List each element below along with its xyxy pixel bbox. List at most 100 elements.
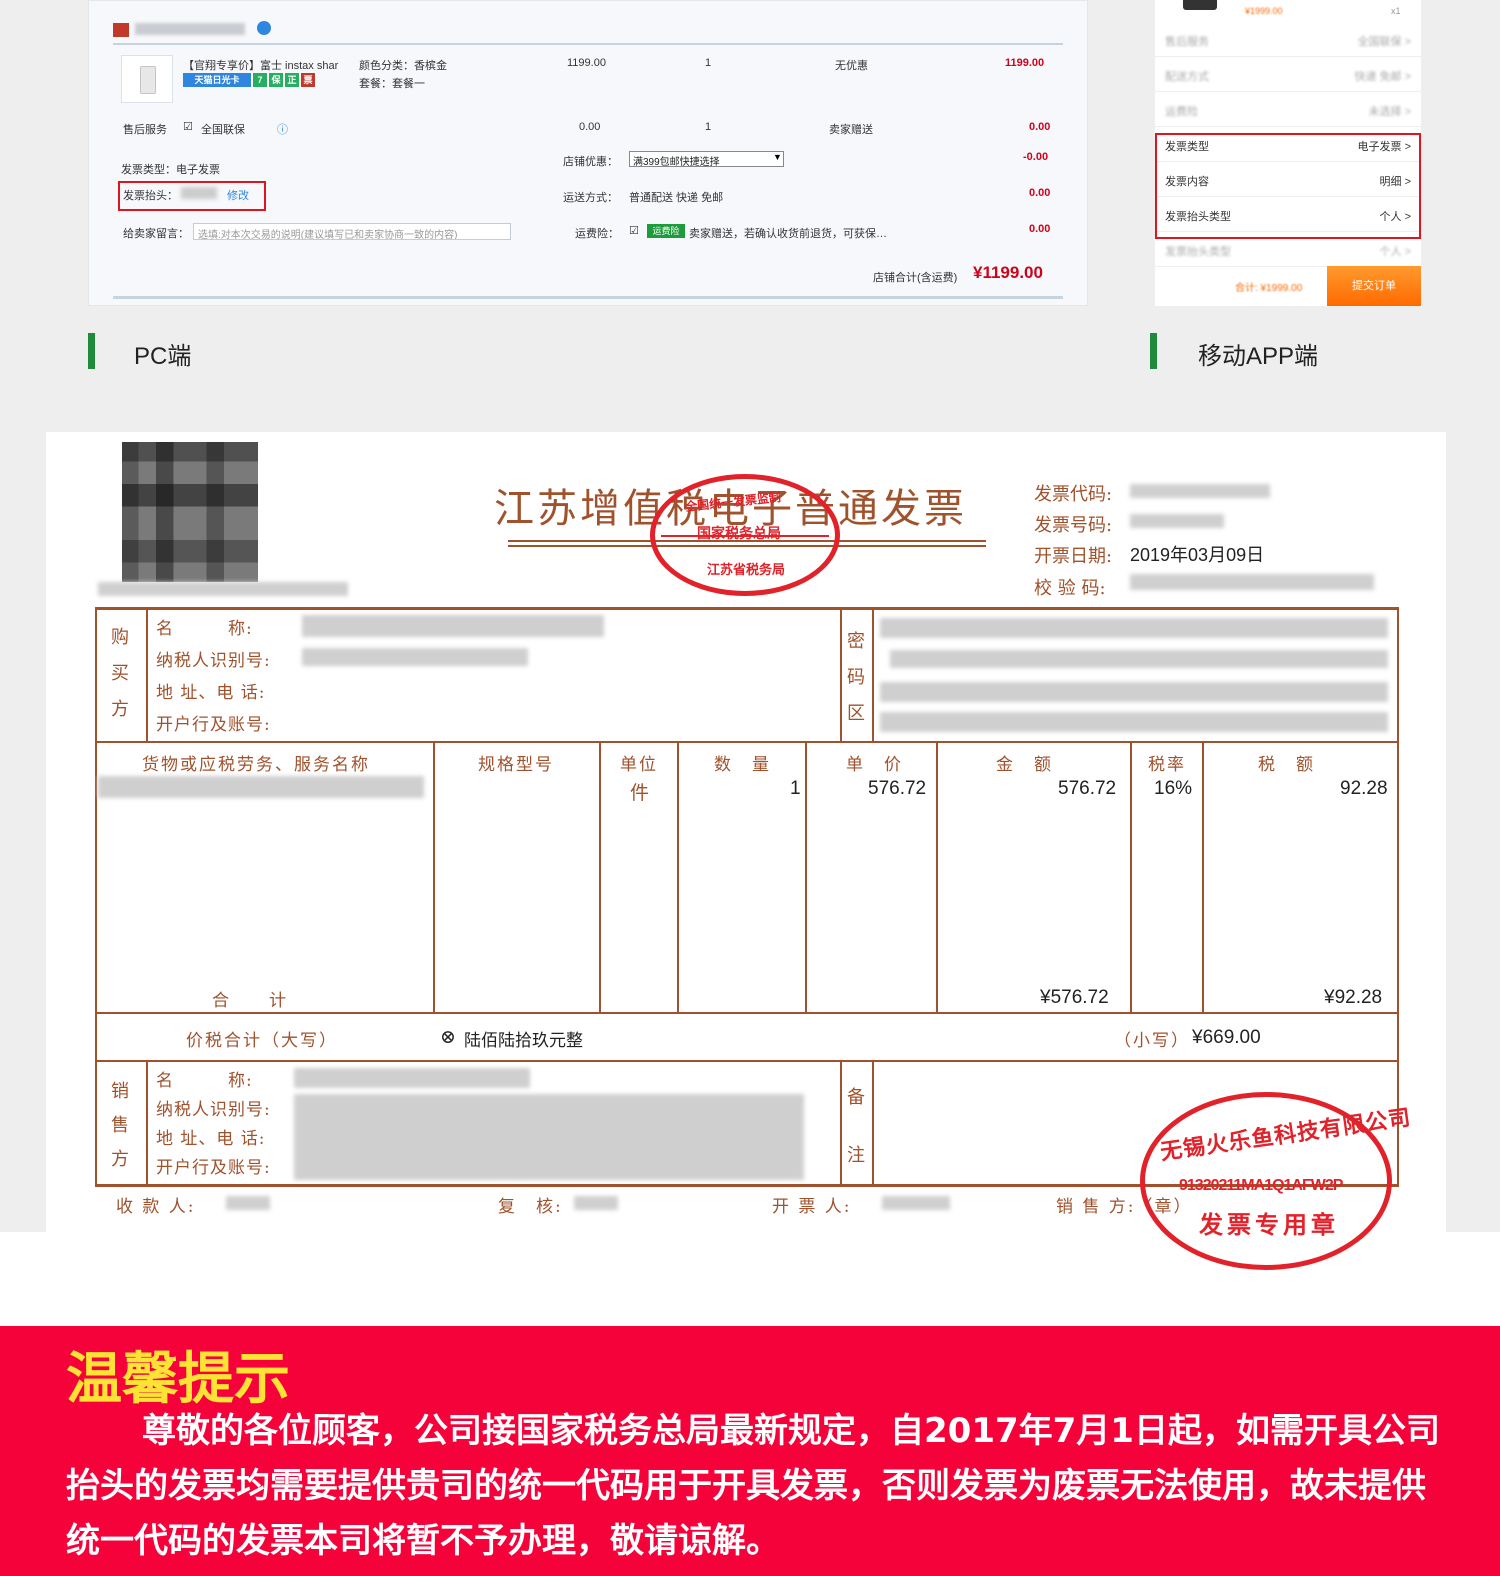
help-icon[interactable]: ⓘ	[277, 121, 288, 137]
tax-bureau-stamp: 全国统一发票监制 国家税务总局 江苏省税务局	[650, 474, 840, 596]
table-line	[1130, 741, 1132, 1013]
sum-amount: ¥576.72	[1040, 987, 1109, 1008]
ship-label: 运送方式：	[563, 192, 618, 204]
stamp-company-name: 无锡火乐鱼科技有限公司	[1158, 1104, 1413, 1165]
sum-label: 合 计	[212, 991, 288, 1011]
invoice-type: 发票类型：电子发票	[121, 164, 220, 176]
insurance-checkbox[interactable]: ☑	[629, 224, 639, 237]
stamp-bottom-text: 江苏省税务局	[707, 563, 786, 578]
total-upper-value: 陆佰陆拾玖元整	[464, 1031, 583, 1051]
label-marker	[1150, 333, 1157, 369]
product-color: 颜色分类：香槟金	[359, 60, 447, 72]
col-spec: 规格型号	[478, 755, 554, 775]
field-label: 纳税人识别号:	[156, 1100, 271, 1120]
total-lower-label: （小写）	[1114, 1031, 1190, 1051]
invoice-edit-link[interactable]: 修改	[227, 187, 249, 203]
stamp-line	[661, 535, 829, 537]
pc-checkout-screenshot: 【官翔专享价】富士 instax shar 天猫日光卡 7 保正票 颜色分类：香槟金…	[88, 0, 1088, 306]
table-border	[95, 607, 97, 1187]
item-rate: 16%	[1154, 778, 1193, 799]
mobile-option-label: 发票抬头类型	[1165, 246, 1231, 258]
invoice-code-label: 发票代码:	[1034, 484, 1113, 505]
notice-title: 温馨提示	[66, 1347, 290, 1412]
qr-code-blurred	[122, 442, 258, 582]
table-line	[95, 1012, 1399, 1014]
remark_side-char: 备	[847, 1087, 865, 1108]
product-thumbnail[interactable]	[121, 55, 173, 103]
total-lower-value: ¥669.00	[1192, 1027, 1261, 1048]
buyer_side-char: 方	[111, 699, 129, 720]
payee-blurred	[226, 1196, 270, 1210]
check-code-blurred	[1130, 574, 1374, 590]
col-qty: 数 量	[714, 755, 771, 775]
notice-banner: 温馨提示 尊敬的各位顾客，公司接国家税务总局最新规定，自2017年7月1日起，如…	[0, 1326, 1500, 1576]
item-qty: 1	[790, 778, 801, 799]
total-label: 店铺合计(含运费)	[873, 272, 958, 284]
seller-name-blurred	[294, 1068, 530, 1088]
product-tag: 7	[253, 73, 267, 87]
product-thumbnail	[1183, 0, 1217, 10]
table-border	[95, 607, 1399, 610]
ship-amount: 0.00	[1029, 187, 1051, 199]
table-line	[936, 741, 938, 1013]
stamp-top-text: 全国统一发票监制	[684, 490, 782, 514]
mobile-option-label: 配送方式	[1165, 71, 1209, 83]
mobile-option-row[interactable]: 运费险 未选择 >	[1155, 92, 1421, 127]
reviewer-label: 复 核:	[498, 1197, 563, 1217]
col-unit: 单位	[620, 755, 658, 775]
screenshots-area: 【官翔专享价】富士 instax shar 天猫日光卡 7 保正票 颜色分类：香槟金…	[0, 0, 1500, 1270]
mobile-option-label: 运费险	[1165, 106, 1198, 118]
service-checkbox[interactable]: ☑	[183, 120, 193, 133]
product-tags: 天猫日光卡 7 保正票	[183, 73, 315, 89]
seller_side-char: 售	[111, 1115, 129, 1136]
submit-order-button[interactable]: 提交订单	[1327, 266, 1421, 306]
field-label: 地 址、电 话:	[156, 1129, 266, 1149]
product-qty: 1	[705, 57, 712, 69]
table-line	[146, 1060, 148, 1186]
ship-value: 普通配送 快递 免邮	[629, 192, 724, 204]
mobile-option-row[interactable]: 配送方式 快递 免邮 >	[1155, 57, 1421, 92]
table-line	[872, 1060, 874, 1186]
invoice-number-label: 发票号码:	[1034, 515, 1113, 536]
item-unit: 件	[630, 782, 652, 804]
total-value: ¥1199.00	[973, 263, 1043, 282]
col-amount: 金 额	[996, 755, 1053, 775]
cipher_side-char: 码	[847, 667, 865, 688]
company-invoice-stamp: 无锡火乐鱼科技有限公司 91320211MA1Q1AFW2P 发票专用章	[1140, 1092, 1413, 1270]
message-input[interactable]: 选填:对本次交易的说明(建议填写已和卖家协商一致的内容)	[193, 223, 511, 240]
invoice-code-blurred	[1130, 484, 1270, 498]
mobile-option-value: 快递 免邮 >	[1354, 71, 1411, 83]
mobile-option-value: 全国联保 >	[1357, 36, 1411, 48]
product-set: 套餐：套餐一	[359, 78, 425, 90]
payee-label: 收 款 人:	[116, 1197, 196, 1217]
service-qty: 1	[705, 121, 712, 133]
field-label: 名 称:	[156, 1071, 253, 1091]
product-price: 1199.00	[567, 57, 606, 69]
shop-name-blurred	[135, 23, 245, 35]
product-tag: 正	[285, 73, 299, 87]
service-value: 全国联保	[201, 124, 245, 136]
insurance-amount: 0.00	[1029, 223, 1051, 235]
invoice-date-value: 2019年03月09日	[1130, 545, 1265, 565]
product-title[interactable]: 【官翔专享价】富士 instax shar	[183, 57, 338, 73]
machine-number-blurred	[98, 582, 348, 596]
mobile-option-row[interactable]: 售后服务 全国联保 >	[1155, 22, 1421, 57]
table-line	[599, 741, 601, 1013]
insurance-tag: 运费险	[647, 224, 685, 238]
table-line	[146, 607, 148, 742]
insurance-label: 运费险：	[575, 228, 619, 240]
reviewer-blurred	[574, 1196, 618, 1210]
mobile-option-label: 售后服务	[1165, 36, 1209, 48]
table-line	[840, 607, 842, 742]
table-line	[677, 741, 679, 1013]
buyer-taxid-blurred	[302, 648, 528, 666]
invoice-options-highlight	[1155, 133, 1421, 239]
cipher_side-char: 密	[847, 631, 865, 652]
product-discount: 无优惠	[835, 60, 868, 72]
service-price: 0.00	[579, 121, 601, 133]
field-label: 名 称:	[156, 619, 253, 639]
seller-info-blurred	[294, 1094, 804, 1180]
table-line	[805, 741, 807, 1013]
table-line	[872, 607, 874, 742]
cipher-blurred	[890, 650, 1388, 668]
